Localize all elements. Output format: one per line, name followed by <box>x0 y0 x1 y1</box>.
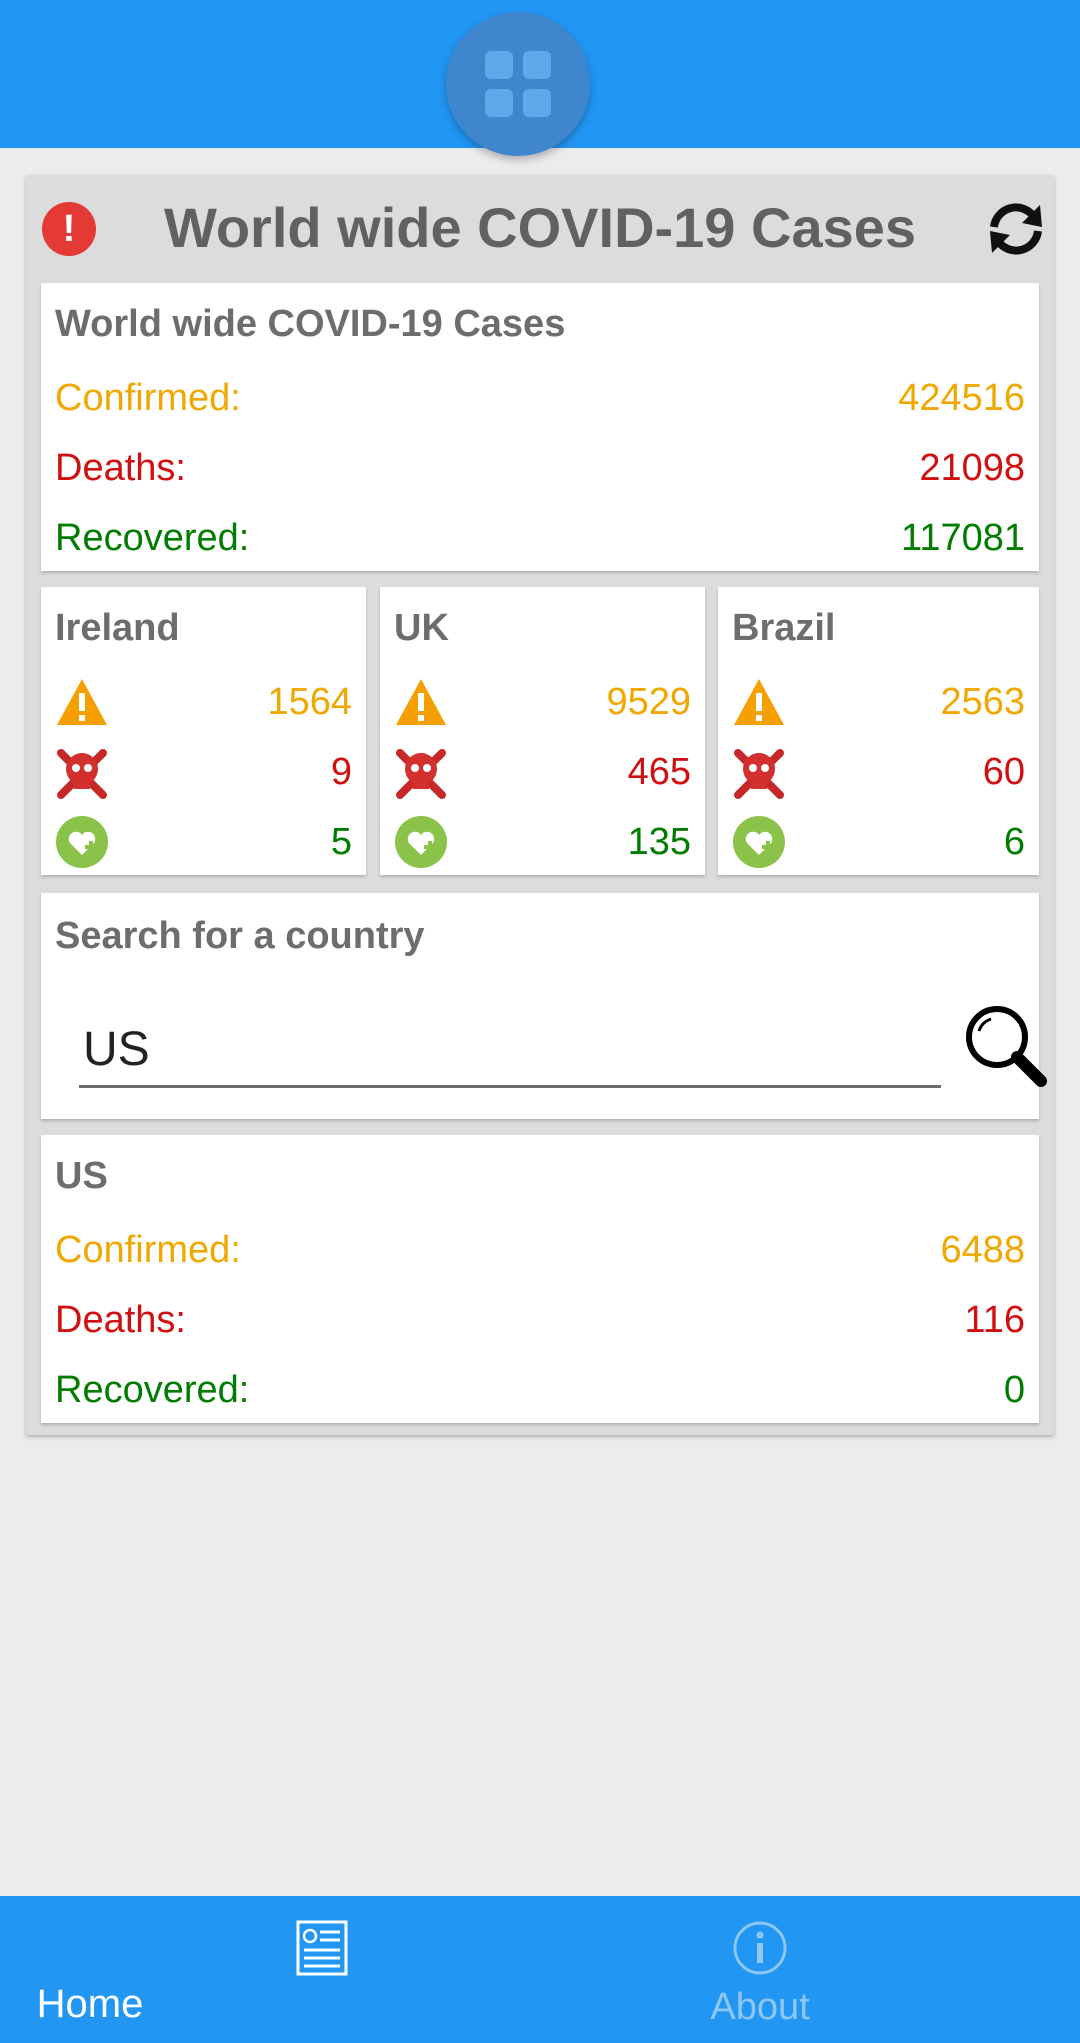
country-recovered-value: 5 <box>330 821 352 863</box>
refresh-icon[interactable] <box>986 199 1046 259</box>
result-deaths-row: Deaths: 116 <box>55 1299 1025 1349</box>
country-recovered-row: 5 <box>55 815 352 871</box>
heart-plus-icon <box>733 816 785 868</box>
country-recovered-value: 135 <box>627 821 691 863</box>
recovered-value: 117081 <box>901 517 1025 559</box>
confirmed-value: 424516 <box>898 377 1025 419</box>
search-card: Search for a country <box>41 893 1047 1119</box>
skull-crossbones-icon <box>734 749 784 799</box>
country-deaths-value: 60 <box>982 751 1025 793</box>
panel-header: ! World wide COVID-19 Cases <box>26 175 1054 283</box>
worldwide-deaths-row: Deaths: 21098 <box>55 447 1025 497</box>
covid-panel: ! World wide COVID-19 Cases World wide C… <box>26 175 1054 1435</box>
recovered-value: 0 <box>1003 1369 1025 1411</box>
country-name: UK <box>394 607 449 649</box>
heart-plus-icon <box>395 816 447 868</box>
country-confirmed-value: 2563 <box>940 681 1025 723</box>
confirmed-label: Confirmed: <box>55 1229 241 1271</box>
country-confirmed-row: 2563 <box>732 675 1025 731</box>
nav-tab-about[interactable]: About <box>540 1896 1080 2043</box>
country-name: Ireland <box>55 607 180 649</box>
deaths-label: Deaths: <box>55 1299 186 1341</box>
country-deaths-row: 465 <box>394 745 691 801</box>
worldwide-confirmed-row: Confirmed: 424516 <box>55 377 1025 427</box>
panel-title: World wide COVID-19 Cases <box>163 196 917 259</box>
deaths-label: Deaths: <box>55 447 186 489</box>
recovered-label: Recovered: <box>55 1369 250 1411</box>
recovered-label: Recovered: <box>55 517 250 559</box>
country-confirmed-value: 9529 <box>606 681 691 723</box>
country-confirmed-value: 1564 <box>267 681 352 723</box>
result-recovered-row: Recovered: 0 <box>55 1369 1025 1419</box>
deaths-value: 21098 <box>919 447 1025 489</box>
skull-crossbones-icon <box>396 749 446 799</box>
country-recovered-value: 6 <box>1003 821 1025 863</box>
heart-plus-icon <box>56 816 108 868</box>
bottom-navigation: Home About <box>0 1896 1080 2043</box>
worldwide-title: World wide COVID-19 Cases <box>55 303 566 345</box>
country-deaths-value: 465 <box>627 751 691 793</box>
country-deaths-row: 60 <box>732 745 1025 801</box>
grid-icon <box>485 51 551 117</box>
newspaper-icon <box>296 1920 348 1976</box>
warning-icon <box>396 679 446 725</box>
info-icon <box>733 1921 787 1975</box>
worldwide-card: World wide COVID-19 Cases Confirmed: 424… <box>41 283 1039 571</box>
confirmed-label: Confirmed: <box>55 377 241 419</box>
worldwide-recovered-row: Recovered: 117081 <box>55 517 1025 567</box>
country-deaths-value: 9 <box>330 751 352 793</box>
country-search-input[interactable] <box>79 1013 941 1088</box>
search-title: Search for a country <box>55 915 425 957</box>
menu-fab-button[interactable] <box>446 12 590 156</box>
nav-home-label: Home <box>36 1982 144 2026</box>
country-card-uk[interactable]: UK 9529 465 135 <box>380 587 705 875</box>
result-country-name: US <box>55 1155 108 1197</box>
deaths-value: 116 <box>964 1299 1025 1341</box>
skull-crossbones-icon <box>57 749 107 799</box>
country-confirmed-row: 1564 <box>55 675 352 731</box>
confirmed-value: 6488 <box>940 1229 1025 1271</box>
search-icon[interactable] <box>961 1001 1051 1091</box>
country-card-ireland[interactable]: Ireland 1564 9 5 <box>41 587 366 875</box>
country-recovered-row: 135 <box>394 815 691 871</box>
country-confirmed-row: 9529 <box>394 675 691 731</box>
result-confirmed-row: Confirmed: 6488 <box>55 1229 1025 1279</box>
nav-about-label: About <box>710 1986 810 2028</box>
country-deaths-row: 9 <box>55 745 352 801</box>
search-result-card: US Confirmed: 6488 Deaths: 116 Recovered… <box>41 1135 1039 1423</box>
warning-icon <box>57 679 107 725</box>
warning-icon <box>734 679 784 725</box>
country-card-brazil[interactable]: Brazil 2563 60 6 <box>718 587 1039 875</box>
country-name: Brazil <box>732 607 836 649</box>
country-recovered-row: 6 <box>732 815 1025 871</box>
top-app-bar <box>0 0 1080 156</box>
